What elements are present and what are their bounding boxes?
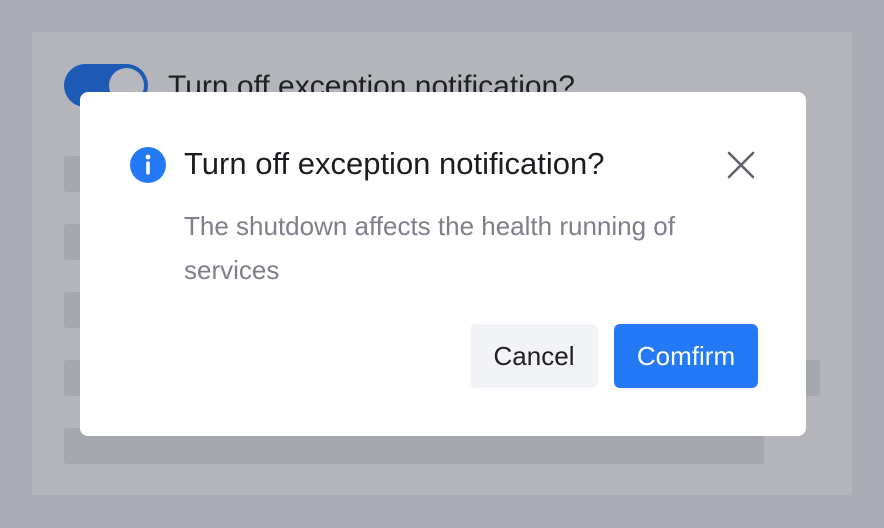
info-icon [130,147,166,183]
close-icon[interactable] [724,148,758,182]
cancel-button[interactable]: Cancel [470,324,598,388]
dialog-title: Turn off exception notification? [184,146,605,181]
confirm-button[interactable]: Comfirm [614,324,758,388]
confirm-dialog: Turn off exception notification? The shu… [80,92,806,436]
dialog-message: The shutdown affects the health running … [184,211,675,285]
